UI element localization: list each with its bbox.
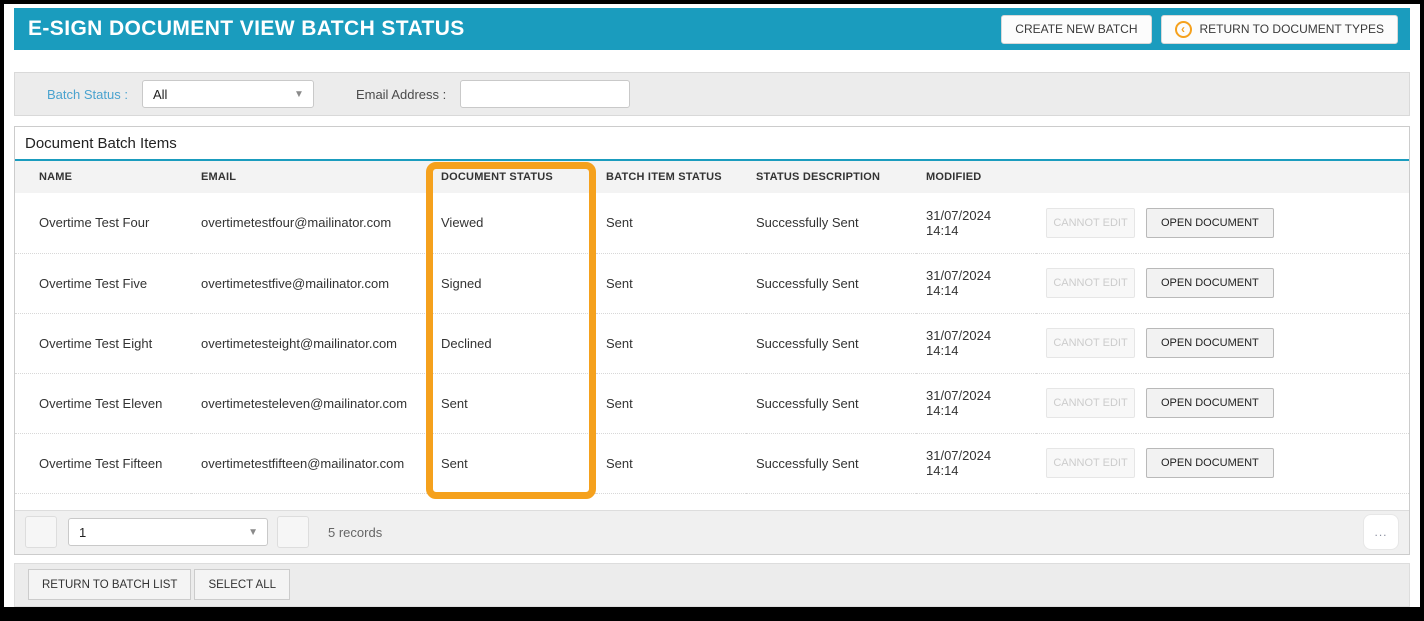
cannot-edit-button: CANNOT EDIT <box>1046 268 1135 298</box>
cell-document-status: Signed <box>431 253 596 314</box>
table-row: Overtime Test Eleven overtimetesteleven@… <box>15 373 1409 434</box>
cell-name: Overtime Test Four <box>15 193 191 254</box>
select-all-button[interactable]: SELECT ALL <box>194 569 291 600</box>
cell-modified: 31/07/2024 14:14 <box>916 193 1036 254</box>
cell-name: Overtime Test Fifteen <box>15 433 191 494</box>
batch-status-select[interactable]: All ▼ <box>141 80 314 108</box>
open-document-button[interactable]: OPEN DOCUMENT <box>1146 448 1274 478</box>
cell-email: overtimetestfour@mailinator.com <box>191 193 431 254</box>
cell-batch-item-status: Sent <box>596 193 746 254</box>
cell-modified: 31/07/2024 14:14 <box>916 373 1036 434</box>
caret-down-icon: ▼ <box>294 89 304 100</box>
chevron-left-circle-icon: ‹ <box>1174 20 1192 38</box>
return-to-document-types-label: RETURN TO DOCUMENT TYPES <box>1199 22 1384 36</box>
cell-document-status: Sent <box>431 433 596 494</box>
records-count: 5 records <box>328 524 383 540</box>
return-to-batch-list-button[interactable]: RETURN TO BATCH LIST <box>28 569 192 600</box>
cell-batch-item-status: Sent <box>596 313 746 374</box>
table-row: Overtime Test Eight overtimetesteight@ma… <box>15 313 1409 374</box>
return-to-document-types-button[interactable]: ‹ RETURN TO DOCUMENT TYPES <box>1160 14 1398 44</box>
cannot-edit-button: CANNOT EDIT <box>1046 207 1135 238</box>
page-header: E-SIGN DOCUMENT VIEW BATCH STATUS CREATE… <box>14 8 1410 50</box>
cell-status-description: Successfully Sent <box>746 193 916 254</box>
table-row: Overtime Test Four overtimetestfour@mail… <box>15 193 1409 254</box>
page-title: E-SIGN DOCUMENT VIEW BATCH STATUS <box>28 17 465 40</box>
cell-document-status: Viewed <box>431 193 596 254</box>
batch-status-label: Batch Status : <box>47 86 128 102</box>
document-batch-items-panel: Document Batch Items NAME EMAIL DOCUMENT… <box>14 126 1410 555</box>
header-actions: CREATE NEW BATCH ‹ RETURN TO DOCUMENT TY… <box>1001 14 1398 44</box>
cell-modified: 31/07/2024 14:14 <box>916 313 1036 374</box>
table-row: Overtime Test Five overtimetestfive@mail… <box>15 253 1409 314</box>
cannot-edit-button: CANNOT EDIT <box>1046 448 1135 478</box>
open-document-button[interactable]: OPEN DOCUMENT <box>1146 268 1274 298</box>
batch-status-selected-value: All <box>152 86 168 102</box>
cell-document-status: Declined <box>431 313 596 374</box>
table-body: Overtime Test Four overtimetestfour@mail… <box>15 193 1409 494</box>
column-header-batch-item-status: BATCH ITEM STATUS <box>596 161 746 193</box>
cannot-edit-button: CANNOT EDIT <box>1046 328 1135 358</box>
column-header-status-description: STATUS DESCRIPTION <box>746 161 916 193</box>
cannot-edit-button: CANNOT EDIT <box>1046 388 1135 418</box>
app-window: E-SIGN DOCUMENT VIEW BATCH STATUS CREATE… <box>4 4 1420 607</box>
cell-document-status: Sent <box>431 373 596 434</box>
pagination-next-button[interactable] <box>277 516 309 548</box>
cell-email: overtimetesteight@mailinator.com <box>191 313 431 374</box>
cell-status-description: Successfully Sent <box>746 433 916 494</box>
panel-title: Document Batch Items <box>25 135 177 152</box>
cell-batch-item-status: Sent <box>596 253 746 314</box>
cell-email: overtimetesteleven@mailinator.com <box>191 373 431 434</box>
column-header-modified: MODIFIED <box>916 161 1036 193</box>
cell-email: overtimetestfive@mailinator.com <box>191 253 431 314</box>
column-header-edit <box>1036 161 1136 193</box>
cell-name: Overtime Test Eleven <box>15 373 191 434</box>
cell-modified: 31/07/2024 14:14 <box>916 253 1036 314</box>
column-header-name: NAME <box>15 161 191 193</box>
table-row: Overtime Test Fifteen overtimetestfiftee… <box>15 433 1409 494</box>
column-header-email: EMAIL <box>191 161 431 193</box>
create-new-batch-label: CREATE NEW BATCH <box>1015 22 1138 36</box>
email-address-input[interactable] <box>460 80 631 108</box>
cell-status-description: Successfully Sent <box>746 373 916 434</box>
pagination-bar: 1 ▼ 5 records ... <box>15 509 1409 554</box>
create-new-batch-button[interactable]: CREATE NEW BATCH <box>1001 14 1152 44</box>
cell-name: Overtime Test Eight <box>15 313 191 374</box>
open-document-button[interactable]: OPEN DOCUMENT <box>1146 207 1274 238</box>
open-document-button[interactable]: OPEN DOCUMENT <box>1146 388 1274 418</box>
filter-bar: Batch Status : All ▼ Email Address : <box>14 72 1410 116</box>
open-document-button[interactable]: OPEN DOCUMENT <box>1146 328 1274 358</box>
batch-items-table: NAME EMAIL DOCUMENT STATUS BATCH ITEM ST… <box>15 161 1409 494</box>
table-header: NAME EMAIL DOCUMENT STATUS BATCH ITEM ST… <box>15 161 1409 193</box>
caret-down-icon: ▼ <box>248 527 258 538</box>
cell-modified: 31/07/2024 14:14 <box>916 433 1036 494</box>
footer-bar: RETURN TO BATCH LIST SELECT ALL <box>14 562 1410 607</box>
column-header-document-status: DOCUMENT STATUS <box>431 161 596 193</box>
email-address-label: Email Address : <box>355 86 447 102</box>
column-header-open <box>1136 161 1409 193</box>
cell-status-description: Successfully Sent <box>746 253 916 314</box>
page-select[interactable]: 1 ▼ <box>68 518 268 546</box>
cell-batch-item-status: Sent <box>596 373 746 434</box>
cell-status-description: Successfully Sent <box>746 313 916 374</box>
cell-name: Overtime Test Five <box>15 253 191 314</box>
cell-batch-item-status: Sent <box>596 433 746 494</box>
cell-email: overtimetestfifteen@mailinator.com <box>191 433 431 494</box>
pagination-more-button[interactable]: ... <box>1363 514 1399 550</box>
page-selected-value: 1 <box>79 524 87 540</box>
pagination-prev-button[interactable] <box>25 516 57 548</box>
